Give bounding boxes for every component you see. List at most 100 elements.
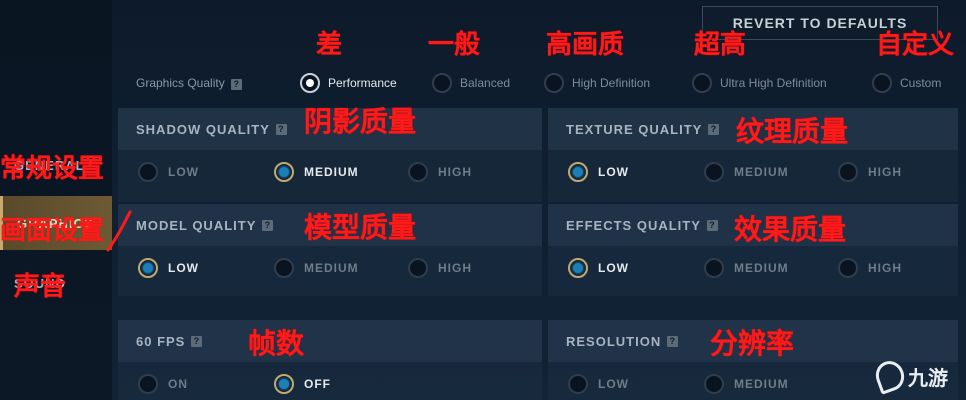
fps-option-on[interactable]: ON	[138, 374, 188, 394]
panel-title-text: MODEL QUALITY	[136, 217, 257, 233]
annotation-model: 模型质量	[304, 211, 417, 244]
panel-title-text: EFFECTS QUALITY	[566, 217, 701, 233]
option-label: High Definition	[572, 76, 651, 90]
option-label: MEDIUM	[734, 377, 789, 391]
help-icon[interactable]: ?	[667, 335, 679, 347]
effects-option-low[interactable]: LOW	[568, 258, 629, 278]
panel-title-text: RESOLUTION	[566, 333, 662, 349]
option-label: Custom	[900, 76, 942, 90]
radio-selected-icon	[138, 258, 158, 278]
annotation-texture: 纹理质量	[736, 115, 849, 148]
fps-option-off[interactable]: OFF	[274, 374, 331, 394]
radio-icon	[704, 162, 724, 182]
texture-option-low[interactable]: LOW	[568, 162, 629, 182]
texture-option-medium[interactable]: MEDIUM	[704, 162, 789, 182]
help-icon[interactable]: ?	[191, 335, 203, 347]
graphics-quality-option-balanced[interactable]: Balanced	[432, 73, 510, 93]
shadow-option-medium[interactable]: MEDIUM	[274, 162, 359, 182]
radio-icon	[138, 374, 158, 394]
option-label: LOW	[598, 261, 629, 275]
help-icon[interactable]: ?	[262, 219, 274, 231]
graphics-quality-option-high-definition[interactable]: High Definition	[544, 73, 650, 93]
resolution-option-medium[interactable]: MEDIUM	[704, 374, 789, 394]
model-option-medium[interactable]: MEDIUM	[274, 258, 359, 278]
radio-icon	[568, 374, 588, 394]
radio-icon	[704, 258, 724, 278]
graphics-quality-label: Graphics Quality?	[136, 76, 242, 90]
panel-title-text: SHADOW QUALITY	[136, 121, 270, 137]
help-icon[interactable]: ?	[275, 123, 287, 135]
shadow-option-high[interactable]: HIGH	[408, 162, 472, 182]
option-label: MEDIUM	[304, 261, 359, 275]
radio-icon	[872, 73, 892, 93]
option-label: HIGH	[868, 165, 902, 179]
annotation-shadow: 阴影质量	[304, 105, 417, 138]
radio-icon	[838, 258, 858, 278]
annotation-effects: 效果质量	[734, 213, 847, 246]
annotation-hd: 高画质	[546, 30, 625, 60]
radio-selected-icon	[568, 258, 588, 278]
watermark-text: 九游	[908, 365, 948, 390]
radio-icon	[838, 162, 858, 182]
radio-icon	[432, 73, 452, 93]
option-label: OFF	[304, 377, 331, 391]
fps-panel: 60 FPS? ON OFF	[118, 320, 542, 400]
panel-title-text: 60 FPS	[136, 333, 186, 349]
option-label: LOW	[168, 165, 199, 179]
annotation-custom: 自定义	[876, 30, 955, 60]
shadow-option-low[interactable]: LOW	[138, 162, 199, 182]
resolution-option-low[interactable]: LOW	[568, 374, 629, 394]
graphics-quality-option-performance[interactable]: Performance	[300, 73, 397, 93]
texture-option-high[interactable]: HIGH	[838, 162, 902, 182]
annotation-graphics: 画面设置	[0, 216, 105, 246]
annotation-fps: 帧数	[248, 327, 305, 360]
help-icon[interactable]: ?	[706, 219, 718, 231]
watermark: 九游	[871, 357, 960, 395]
annotation-general: 常规设置	[0, 154, 105, 184]
option-label: MEDIUM	[734, 165, 789, 179]
effects-option-high[interactable]: HIGH	[838, 258, 902, 278]
graphics-quality-label-text: Graphics Quality	[136, 76, 225, 90]
panel-title: 60 FPS?	[118, 320, 542, 362]
radio-selected-icon	[300, 73, 320, 93]
option-label: Ultra High Definition	[720, 76, 827, 90]
option-label: LOW	[598, 165, 629, 179]
radio-selected-icon	[274, 374, 294, 394]
jiuyou-logo-icon	[871, 357, 909, 395]
annotation-sound: 声音	[14, 272, 67, 302]
annotation-poor: 差	[316, 30, 343, 60]
option-label: LOW	[598, 377, 629, 391]
radio-selected-icon	[568, 162, 588, 182]
help-icon[interactable]: ?	[708, 123, 720, 135]
option-label: HIGH	[868, 261, 902, 275]
option-label: ON	[168, 377, 188, 391]
radio-icon	[408, 162, 428, 182]
graphics-quality-option-ultra-high-definition[interactable]: Ultra High Definition	[692, 73, 827, 93]
effects-option-medium[interactable]: MEDIUM	[704, 258, 789, 278]
model-option-low[interactable]: LOW	[138, 258, 199, 278]
option-label: Performance	[328, 76, 397, 90]
radio-icon	[138, 162, 158, 182]
radio-icon	[408, 258, 428, 278]
option-label: LOW	[168, 261, 199, 275]
graphics-quality-row: Graphics Quality? Performance Balanced H…	[118, 68, 958, 98]
radio-selected-icon	[274, 162, 294, 182]
option-label: MEDIUM	[304, 165, 359, 179]
radio-icon	[544, 73, 564, 93]
radio-icon	[274, 258, 294, 278]
help-icon[interactable]: ?	[230, 79, 242, 90]
sidebar: GENERAL GRAPHICS SOUND	[0, 0, 112, 400]
option-label: Balanced	[460, 76, 511, 90]
annotation-normal: 一般	[428, 30, 481, 60]
checkmark-annotation-icon	[106, 210, 132, 252]
panel-title-text: TEXTURE QUALITY	[566, 121, 703, 137]
annotation-resolution: 分辨率	[710, 327, 795, 360]
option-label: MEDIUM	[734, 261, 789, 275]
radio-icon	[692, 73, 712, 93]
option-label: HIGH	[438, 261, 472, 275]
graphics-quality-option-custom[interactable]: Custom	[872, 73, 941, 93]
option-label: HIGH	[438, 165, 472, 179]
radio-icon	[704, 374, 724, 394]
annotation-ultra: 超高	[694, 30, 747, 60]
model-option-high[interactable]: HIGH	[408, 258, 472, 278]
